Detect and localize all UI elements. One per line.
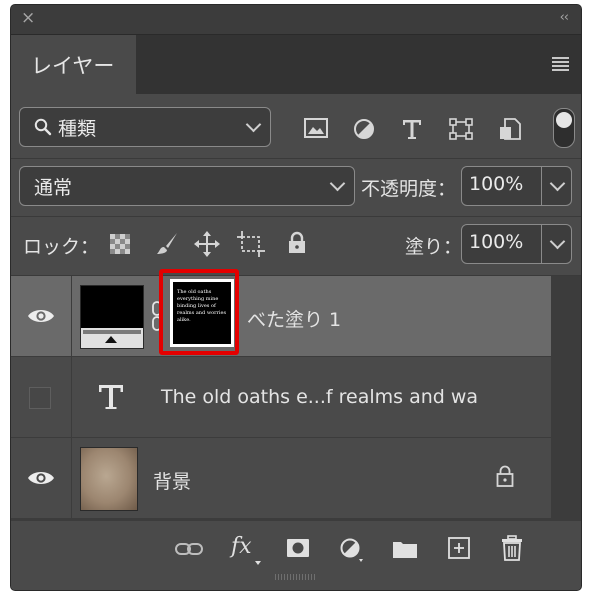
lock-transparent-pixels-icon[interactable] (110, 234, 130, 254)
resize-grip[interactable] (275, 574, 315, 580)
type-filter-icon[interactable] (401, 118, 423, 140)
background-thumbnail[interactable] (80, 447, 138, 511)
layer-row-background[interactable]: 背景 (11, 438, 551, 519)
layer-row-text[interactable]: The old oaths e...f realms and wa (11, 357, 551, 438)
tab-strip: レイヤー (11, 34, 581, 95)
lock-all-icon[interactable] (287, 231, 307, 255)
panel-content: 種類 通常 不透明度： 100% ロック： 塗り： 100% The old o… (11, 94, 581, 590)
text-layer-icon (99, 385, 123, 409)
filter-toggle-icon[interactable] (553, 108, 575, 148)
hidden-visibility-box (29, 387, 51, 409)
lock-image-pixels-icon[interactable] (155, 232, 179, 256)
opacity-value: 100% (469, 173, 524, 195)
new-layer-icon[interactable] (448, 537, 470, 559)
panel-menu-icon[interactable] (552, 57, 569, 71)
chevron-down-icon (245, 116, 262, 133)
panel-title-bar: × ‹‹ (11, 5, 581, 34)
mask-text: The old oaths everything mine binding li… (177, 289, 227, 323)
divider (11, 158, 581, 159)
adjustment-filter-icon[interactable] (353, 118, 375, 140)
image-filter-icon[interactable] (304, 118, 328, 138)
chevron-down-icon[interactable] (549, 175, 566, 192)
search-icon (34, 118, 52, 136)
delete-layer-icon[interactable] (501, 535, 523, 561)
divider (11, 216, 581, 217)
layers-panel: × ‹‹ レイヤー 種類 通常 不透明度： 100% ロック： 塗り： 100%… (11, 5, 581, 590)
lock-label: ロック： (23, 236, 100, 258)
visibility-toggle[interactable] (11, 357, 72, 437)
smart-object-filter-icon[interactable] (499, 118, 521, 140)
fill-field[interactable]: 100% (461, 224, 572, 264)
new-group-icon[interactable] (392, 539, 418, 559)
chevron-down-icon (329, 175, 346, 192)
lock-artboard-icon[interactable] (237, 231, 265, 257)
layer-name[interactable]: 背景 (153, 467, 191, 494)
shape-filter-icon[interactable] (449, 118, 473, 140)
chevron-down-icon[interactable] (549, 233, 566, 250)
close-panel-button[interactable]: × (21, 8, 35, 28)
tab-layers[interactable]: レイヤー (11, 35, 136, 95)
eye-icon (28, 472, 54, 484)
blend-mode-value: 通常 (34, 177, 73, 199)
opacity-field[interactable]: 100% (461, 166, 572, 206)
collapse-panel-button[interactable]: ‹‹ (560, 10, 569, 25)
eye-icon (28, 310, 54, 322)
fill-value: 100% (469, 231, 524, 253)
lock-icon (496, 465, 514, 487)
link-layers-icon[interactable] (175, 542, 203, 556)
add-mask-icon[interactable] (286, 538, 310, 558)
filter-kind-label: 種類 (58, 118, 97, 140)
opacity-label: 不透明度： (361, 178, 457, 200)
fill-label: 塗り： (405, 236, 463, 258)
layer-name[interactable]: べた塗り 1 (247, 305, 341, 332)
layers-scrollbar[interactable] (551, 276, 581, 521)
fx-dropdown-icon (255, 561, 261, 565)
lock-position-icon[interactable] (194, 231, 220, 257)
blend-mode-select[interactable]: 通常 (19, 166, 355, 206)
tab-layers-label: レイヤー (31, 54, 115, 78)
visibility-toggle[interactable] (11, 438, 72, 518)
fx-icon[interactable]: fx (231, 534, 252, 559)
layer-name[interactable]: The old oaths e...f realms and wa (161, 386, 478, 408)
layer-row-fill[interactable]: The old oaths everything mine binding li… (11, 269, 551, 357)
filter-kind-select[interactable]: 種類 (19, 107, 271, 147)
layer-mask-thumbnail[interactable]: The old oaths everything mine binding li… (159, 269, 239, 355)
fill-layer-thumbnail[interactable] (80, 285, 144, 349)
visibility-toggle[interactable] (11, 276, 72, 356)
new-adjustment-icon[interactable] (340, 538, 364, 562)
